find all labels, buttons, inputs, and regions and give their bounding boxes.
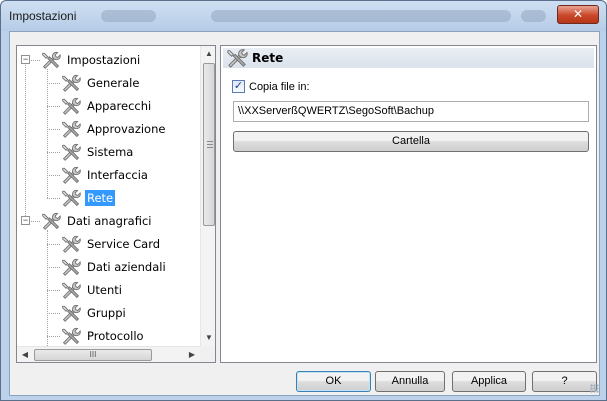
tree-item[interactable]: Protocollo [61, 325, 146, 346]
tree-item-label: Apparecchi [87, 99, 152, 113]
tree-item-label: Protocollo [87, 329, 144, 343]
tree-item[interactable]: Rete [61, 187, 116, 209]
scroll-right-icon[interactable]: ▶ [184, 347, 200, 362]
tree-item[interactable]: Service Card [61, 233, 162, 255]
tree-connector [47, 267, 60, 268]
tree-horizontal-scrollbar[interactable]: ◀ III ▶ [17, 346, 200, 362]
tree-connector [47, 69, 48, 198]
title-bar[interactable]: Impostazioni ✕ [1, 1, 606, 31]
tree-item-label: Interfaccia [87, 168, 148, 182]
tree-connector [47, 152, 60, 153]
tree-connector [47, 129, 60, 130]
blurred-caption [521, 10, 546, 22]
tree-item-label: Gruppi [87, 306, 126, 320]
copy-files-checkbox[interactable]: ✓ [232, 80, 245, 93]
tree-item-label: Utenti [87, 283, 122, 297]
tree-item[interactable]: Sistema [61, 141, 135, 163]
tree-item[interactable]: Generale [61, 72, 141, 94]
tree-connector [47, 290, 60, 291]
network-settings-panel: Rete ✓ Copia file in: \\XXServerßQWERTZ\… [220, 45, 597, 363]
tools-icon [62, 120, 81, 138]
tree-item-label: Rete [85, 190, 116, 206]
tree-item-label: Approvazione [87, 122, 166, 136]
collapse-icon[interactable]: − [21, 55, 30, 64]
tree-item[interactable]: Dati anagrafici [41, 210, 153, 232]
tree-item-label: Dati anagrafici [67, 214, 152, 228]
tree-item-label: Dati aziendali [87, 260, 166, 274]
tree-connector [47, 175, 60, 176]
tree-item-label: Generale [87, 76, 140, 90]
tools-icon [62, 235, 81, 253]
tree-item[interactable]: Dati aziendali [61, 256, 168, 278]
tree-item[interactable]: Apparecchi [61, 95, 153, 117]
apply-button[interactable]: Applica [452, 371, 526, 392]
tree-connector [47, 336, 60, 337]
tree-item[interactable]: Interfaccia [61, 164, 150, 186]
tree-item[interactable]: Utenti [61, 279, 124, 301]
help-button[interactable]: ? [532, 371, 597, 392]
tools-icon [62, 327, 81, 345]
resize-grip[interactable] [590, 384, 599, 393]
tree-item-label: Sistema [87, 145, 134, 159]
tools-icon [62, 189, 81, 207]
panel-title: Rete [252, 51, 284, 65]
tree-connector [47, 230, 48, 346]
copy-files-label[interactable]: Copia file in: [249, 81, 310, 93]
tree-content: Impostazioni − Generale Apparecchi Approvazi… [17, 46, 200, 346]
ok-button[interactable]: OK [296, 371, 371, 392]
close-button[interactable]: ✕ [557, 5, 599, 24]
copy-files-option[interactable]: ✓ Copia file in: [232, 80, 310, 93]
tree-connector [47, 244, 60, 245]
blurred-caption [101, 10, 156, 22]
tools-icon [42, 51, 61, 69]
tools-icon [62, 304, 81, 322]
tree-connector [47, 83, 60, 84]
scroll-corner [200, 346, 215, 362]
tree-item-label: Service Card [87, 237, 161, 251]
window-title: Impostazioni [9, 9, 77, 23]
scroll-down-icon[interactable]: ▼ [201, 330, 215, 346]
tree-connector [47, 198, 60, 199]
blurred-caption [211, 10, 511, 22]
tree-vertical-scrollbar[interactable]: ▲ ▼ [200, 46, 215, 346]
cancel-button[interactable]: Annulla [375, 371, 445, 392]
tools-icon [227, 49, 248, 68]
collapse-icon[interactable]: − [21, 216, 30, 225]
horizontal-scroll-thumb[interactable]: III [34, 349, 152, 361]
tools-icon [62, 281, 81, 299]
tree-connector [47, 313, 60, 314]
grip-line [207, 147, 213, 148]
network-path-input[interactable]: \\XXServerßQWERTZ\SegoSoft\Bachup [233, 101, 589, 122]
tree-item[interactable]: Gruppi [61, 302, 128, 324]
tools-icon [62, 97, 81, 115]
grip-line [207, 144, 213, 145]
scroll-up-icon[interactable]: ▲ [201, 46, 215, 62]
tools-icon [62, 166, 81, 184]
tree-connector [47, 106, 60, 107]
tools-icon [42, 212, 61, 230]
tree-item[interactable]: Approvazione [61, 118, 167, 140]
tree-item-label: Impostazioni [67, 53, 141, 67]
tree-connector [31, 60, 40, 61]
tree-connector [31, 221, 40, 222]
grip-line [207, 141, 213, 142]
check-icon: ✓ [233, 80, 244, 92]
tools-icon [62, 143, 81, 161]
tools-icon [62, 74, 81, 92]
tree-connector [25, 65, 26, 216]
tools-icon [62, 258, 81, 276]
tree-item[interactable]: Impostazioni [41, 49, 142, 71]
vertical-scroll-thumb[interactable] [203, 63, 215, 226]
close-icon: ✕ [572, 7, 584, 21]
settings-tree[interactable]: Impostazioni − Generale Apparecchi Approvazi… [16, 45, 216, 363]
folder-button[interactable]: Cartella [233, 131, 589, 152]
panel-header: Rete [223, 48, 594, 68]
scroll-left-icon[interactable]: ◀ [17, 347, 33, 362]
